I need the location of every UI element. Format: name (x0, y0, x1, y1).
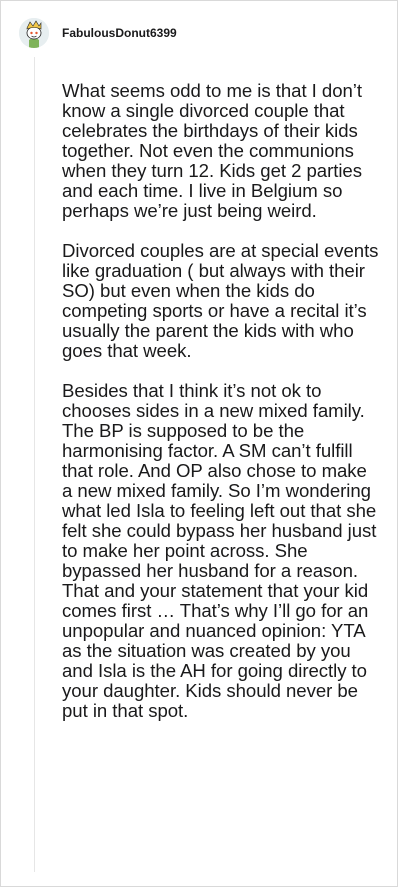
thread-line[interactable] (34, 57, 35, 872)
comment-paragraph: Besides that I think it’s not ok to choo… (62, 380, 377, 721)
comment-card: FabulousDonut6399 What seems odd to me i… (0, 0, 398, 887)
comment-paragraph: Divorced couples are at special events l… (62, 240, 379, 361)
comment-header: FabulousDonut6399 (19, 18, 177, 48)
comment-body: What seems odd to me is that I don’t kno… (62, 81, 382, 741)
username[interactable]: FabulousDonut6399 (62, 26, 177, 40)
comment-paragraph: What seems odd to me is that I don’t kno… (62, 80, 362, 221)
snoo-avatar-icon[interactable] (19, 18, 49, 48)
